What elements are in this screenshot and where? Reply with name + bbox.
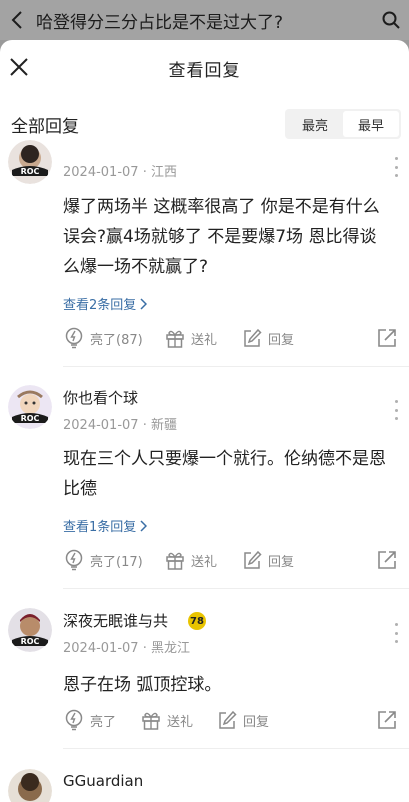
comment-divider [63, 588, 409, 589]
gift-button[interactable]: 送礼 [164, 326, 217, 350]
comment-meta: 2024-01-07 · 新疆 [63, 418, 177, 433]
avatar[interactable]: ROC [8, 608, 52, 652]
chevron-left-icon [11, 11, 22, 29]
edit-icon [244, 328, 262, 347]
avatar-image: ROC [8, 140, 52, 184]
avatar[interactable]: ROC [8, 385, 52, 429]
edit-icon [244, 550, 262, 569]
avatar-image [8, 769, 52, 802]
share-icon [378, 711, 396, 729]
search-icon [382, 11, 400, 29]
comment-actions: 亮了(17) 送礼 回复 [63, 548, 403, 572]
lightbulb-icon [65, 327, 83, 349]
close-icon [10, 58, 28, 76]
more-button[interactable] [391, 400, 401, 420]
comment-actions: 亮了 送礼 回复 [63, 708, 403, 732]
share-button[interactable] [376, 326, 398, 350]
background-post-title: 哈登得分三分占比是不是过大了? [36, 12, 284, 33]
comment-actions: 亮了(87) 送礼 回复 [63, 326, 403, 350]
share-button[interactable] [376, 548, 398, 572]
reply-button[interactable]: 回复 [216, 708, 269, 732]
comment-text: 恩子在场 弧顶控球。 [63, 675, 222, 695]
avatar-image: ROC [8, 608, 52, 652]
view-replies-link[interactable]: 查看2条回复 [63, 294, 148, 313]
view-replies-link[interactable]: 查看1条回复 [63, 516, 148, 535]
avatar[interactable]: ROC [8, 140, 52, 184]
svg-text:ROC: ROC [21, 637, 40, 646]
avatar-image: ROC [8, 385, 52, 429]
gift-button[interactable]: 送礼 [164, 548, 217, 572]
comment-text: 爆了两场半 这概率很高了 你是不是有什么误会?赢4场就够了 不是要爆7场 恩比得… [63, 197, 380, 277]
comment-meta: 2024-01-07 · 黑龙江 [63, 641, 190, 656]
like-button[interactable]: 亮了(87) [63, 326, 143, 350]
sheet-header: 查看回复 [0, 40, 409, 96]
search-button[interactable] [381, 10, 401, 34]
comment-author[interactable]: 深夜无眠谁与共 [63, 610, 168, 631]
comment-meta: 2024-01-07 · 江西 [63, 165, 177, 180]
comment-divider [63, 748, 409, 749]
gift-icon [166, 552, 184, 570]
reply-button[interactable]: 回复 [241, 326, 294, 350]
share-button[interactable] [376, 708, 398, 732]
more-button[interactable] [391, 623, 401, 643]
share-icon [378, 329, 396, 347]
edit-icon [219, 710, 237, 729]
gift-button[interactable]: 送礼 [140, 708, 193, 732]
svg-text:ROC: ROC [21, 414, 40, 423]
all-replies-label: 全部回复 [11, 116, 79, 137]
gift-icon [166, 330, 184, 348]
comment-author[interactable]: 你也看个球 [63, 387, 138, 408]
reply-button[interactable]: 回复 [241, 548, 294, 572]
like-button[interactable]: 亮了 [63, 708, 116, 732]
sort-option-earliest[interactable]: 最早 [343, 111, 399, 137]
like-button[interactable]: 亮了(17) [63, 548, 143, 572]
gift-icon [142, 712, 160, 730]
share-icon [378, 551, 396, 569]
chevron-right-icon [140, 297, 148, 310]
back-button[interactable] [2, 5, 32, 35]
level-badge: 78 [188, 612, 206, 630]
svg-text:ROC: ROC [21, 167, 40, 176]
replies-sheet: 查看回复 全部回复 最亮 最早 ROC 2024-01-07 · 江西 爆了两场… [0, 40, 409, 802]
avatar[interactable] [8, 769, 52, 802]
sheet-title: 查看回复 [168, 60, 241, 81]
lightbulb-icon [65, 709, 83, 731]
sort-option-hot[interactable]: 最亮 [287, 111, 343, 137]
comment-text: 现在三个人只要爆一个就行。伦纳德不是恩比德 [63, 449, 386, 499]
comment-divider [63, 366, 409, 367]
sort-toggle: 最亮 最早 [285, 109, 401, 139]
lightbulb-icon [65, 549, 83, 571]
chevron-right-icon [140, 519, 148, 532]
comment-author[interactable]: GGuardian [63, 772, 143, 790]
close-button[interactable] [4, 52, 34, 82]
filter-row: 全部回复 最亮 最早 [0, 96, 409, 152]
background-header: 哈登得分三分占比是不是过大了? [0, 0, 409, 40]
more-button[interactable] [391, 157, 401, 177]
